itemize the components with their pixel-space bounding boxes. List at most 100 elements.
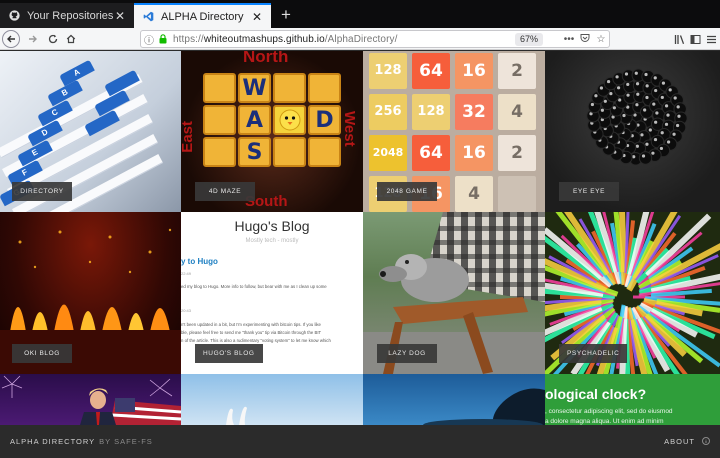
post-date: 20:43 <box>181 308 192 313</box>
drupelet-highlight <box>666 140 671 144</box>
tab-label: Your Repositories <box>27 9 114 22</box>
game-cell: 2 <box>498 53 536 89</box>
drupelet-highlight <box>651 151 655 155</box>
tile-label[interactable]: OKI BLOG <box>12 344 72 363</box>
menu-icon[interactable] <box>702 31 720 47</box>
address-bar[interactable]: ⓘ https://whiteoutmashups.github.io/Alph… <box>140 30 610 48</box>
tile-directory[interactable]: A B C D E F G DIRECTORY <box>0 51 181 212</box>
game-cell: 4 <box>498 94 536 130</box>
game-cell: 256 <box>369 94 407 130</box>
drupelet-highlight <box>644 72 648 77</box>
drupelet-highlight <box>600 108 604 112</box>
tile-2048-game[interactable]: 12864162256128324204864162128164 2048 GA… <box>363 51 545 212</box>
game-cell: 32 <box>455 94 493 130</box>
tile-4d-maze[interactable]: North East West South W A D S 4D MAZE <box>181 51 363 212</box>
drupelet-highlight <box>664 104 669 108</box>
drupelet-highlight <box>626 82 630 87</box>
close-tab-icon[interactable]: ✕ <box>251 10 263 24</box>
game-cell: 128 <box>412 94 450 130</box>
drupelet-highlight <box>668 88 672 92</box>
post-text: ble, please feel free to send me "thank … <box>181 330 322 335</box>
pocket-icon[interactable] <box>577 33 593 46</box>
drupelet-highlight <box>645 142 649 146</box>
drupelet-highlight <box>653 137 658 142</box>
drupelet-highlight <box>640 133 644 137</box>
drupelet-highlight <box>645 84 649 88</box>
bunny-ears-image <box>226 406 247 425</box>
tile-label[interactable]: HUGO'S BLOG <box>195 344 263 363</box>
github-icon <box>8 10 20 22</box>
new-tab-button[interactable]: + <box>275 4 297 26</box>
drupelet-highlight <box>653 76 657 80</box>
burst-ray <box>619 212 628 286</box>
lock-icon[interactable] <box>157 34 169 44</box>
tile-party[interactable] <box>0 374 181 425</box>
fireworks-image <box>1 375 181 425</box>
tile-hugos-blog[interactable]: Hugo's Blog Mostly tech - mostly y to Hu… <box>181 212 363 374</box>
vscode-icon <box>142 11 154 23</box>
url-text: https://whiteoutmashups.github.io/AlphaD… <box>173 33 398 45</box>
drupelet-highlight <box>673 96 677 100</box>
bookmark-star-icon[interactable]: ☆ <box>593 34 609 45</box>
tile-ocean[interactable] <box>363 374 545 425</box>
tile-label[interactable]: PSYCHADELIC <box>559 344 628 363</box>
drupelet-highlight <box>635 103 639 107</box>
blog-title: Hugo's Blog <box>234 218 310 234</box>
letter-tile: S <box>238 137 271 167</box>
drupelet-highlight <box>660 95 664 100</box>
drupelet-highlight <box>635 82 640 86</box>
hat-image <box>423 388 545 425</box>
tile-label[interactable]: 2048 GAME <box>377 182 437 201</box>
blog-subtitle: Mostly tech - mostly <box>245 238 299 244</box>
tile-eye-eye[interactable]: EYE EYE <box>545 51 720 212</box>
drupelet-highlight <box>675 123 680 128</box>
clock-text: a dolore magna aliqua. Ut enim ad minim <box>545 418 664 425</box>
tile-biological-clock[interactable]: ological clock? , consectetur adipiscing… <box>545 374 720 425</box>
tile-sky[interactable] <box>181 374 363 425</box>
zoom-level[interactable]: 67% <box>514 32 543 46</box>
forward-button[interactable] <box>24 30 42 48</box>
drupelet-highlight <box>615 75 619 79</box>
tile-label[interactable]: EYE EYE <box>559 182 619 201</box>
drupelet-highlight <box>594 94 598 98</box>
east-label: East <box>181 121 196 153</box>
tab-label: ALPHA Directory <box>161 10 244 23</box>
footer-byline: BY SAFE-FS <box>99 437 153 446</box>
game-cell: 2 <box>498 135 536 171</box>
tab-your-repositories[interactable]: Your Repositories ✕ <box>0 3 134 28</box>
game-cell <box>498 176 536 212</box>
game-cell: 64 <box>412 135 450 171</box>
back-button[interactable] <box>2 30 20 48</box>
info-icon[interactable] <box>702 436 710 447</box>
home-button[interactable] <box>62 30 80 48</box>
game-cell: 2048 <box>369 135 407 171</box>
footer-brand[interactable]: ALPHA DIRECTORY <box>10 437 95 446</box>
drupelet-highlight <box>659 146 664 151</box>
tab-alpha-directory[interactable]: ALPHA Directory ✕ <box>134 3 271 28</box>
drupelet-highlight <box>609 92 613 96</box>
close-tab-icon[interactable]: ✕ <box>114 9 126 23</box>
drupelet-highlight <box>599 86 604 90</box>
drupelet <box>638 151 653 165</box>
tile-psychadelic[interactable]: PSYCHADELIC <box>545 212 720 374</box>
drupelet-highlight <box>652 102 656 106</box>
info-icon[interactable]: ⓘ <box>141 32 157 47</box>
drupelet-highlight <box>666 113 670 117</box>
tile-label[interactable]: 4D MAZE <box>195 182 255 201</box>
north-label: North <box>243 51 289 66</box>
post-date: 22:49 <box>181 271 192 276</box>
drupelet-highlight <box>643 108 647 112</box>
drupelet-highlight <box>645 95 649 100</box>
drupelet-highlight <box>676 105 680 109</box>
reload-button[interactable] <box>44 30 62 48</box>
letter-tile: A <box>238 105 271 135</box>
tile-oki-blog[interactable]: OKI BLOG <box>0 212 181 374</box>
post-text: ed my blog to Hugo. More info to follow,… <box>181 284 327 289</box>
more-actions-icon[interactable]: ••• <box>561 34 577 45</box>
tile-label[interactable]: DIRECTORY <box>12 182 72 201</box>
tile-lazy-dog[interactable]: LAZY DOG <box>363 212 545 374</box>
game-cell: 16 <box>455 135 493 171</box>
footer: ALPHA DIRECTORY BY SAFE-FS ABOUT <box>0 425 720 458</box>
about-link[interactable]: ABOUT <box>664 437 695 446</box>
tile-label[interactable]: LAZY DOG <box>377 344 437 363</box>
